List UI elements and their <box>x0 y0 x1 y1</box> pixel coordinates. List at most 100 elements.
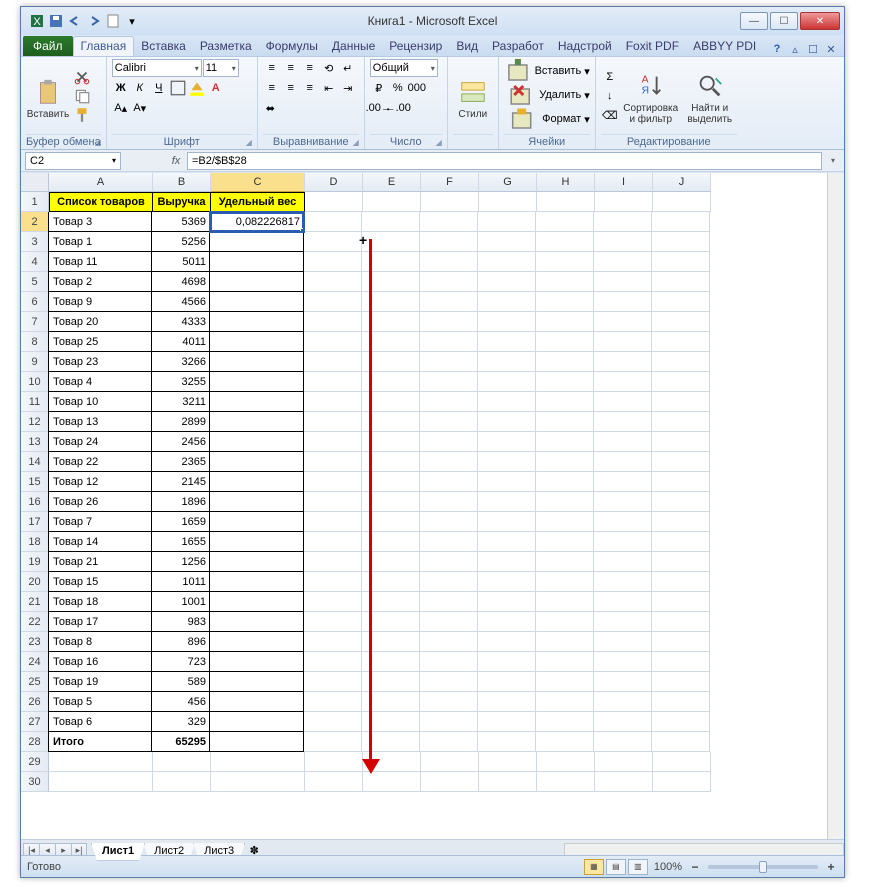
cell-F21[interactable] <box>420 592 478 612</box>
redo-icon[interactable] <box>86 13 102 29</box>
cell-I17[interactable] <box>594 512 652 532</box>
cell-B8[interactable]: 4011 <box>152 332 210 352</box>
cell-J9[interactable] <box>652 352 710 372</box>
vertical-scrollbar[interactable] <box>827 173 844 839</box>
cell-C24[interactable] <box>210 652 304 672</box>
tab-abbyy pdi[interactable]: ABBYY PDI <box>686 36 763 56</box>
orientation-icon[interactable]: ⟲ <box>320 59 338 77</box>
cell-H13[interactable] <box>536 432 594 452</box>
cell-E30[interactable] <box>363 772 421 792</box>
cell-J24[interactable] <box>652 652 710 672</box>
cell-J2[interactable] <box>652 212 710 232</box>
fx-icon[interactable]: fx <box>169 155 183 167</box>
cell-G6[interactable] <box>478 292 536 312</box>
cell-F22[interactable] <box>420 612 478 632</box>
copy-icon[interactable] <box>73 87 91 105</box>
merge-center-icon[interactable]: ⬌ <box>263 99 278 117</box>
cell-C17[interactable] <box>210 512 304 532</box>
tab-надстрой[interactable]: Надстрой <box>551 36 619 56</box>
cell-A2[interactable]: Товар 3 <box>48 212 152 232</box>
cell-B22[interactable]: 983 <box>152 612 210 632</box>
cell-C16[interactable] <box>210 492 304 512</box>
cell-G8[interactable] <box>478 332 536 352</box>
clipboard-dialog-launcher[interactable]: ◢ <box>95 138 101 147</box>
cell-A3[interactable]: Товар 1 <box>48 232 152 252</box>
row-header-20[interactable]: 20 <box>21 572 49 592</box>
cell-C11[interactable] <box>210 392 304 412</box>
currency-icon[interactable]: ₽ <box>370 79 388 97</box>
cell-I25[interactable] <box>594 672 652 692</box>
row-header-13[interactable]: 13 <box>21 432 49 452</box>
cell-G14[interactable] <box>478 452 536 472</box>
save-icon[interactable] <box>48 13 64 29</box>
cell-I24[interactable] <box>594 652 652 672</box>
cell-C14[interactable] <box>210 452 304 472</box>
row-header-6[interactable]: 6 <box>21 292 49 312</box>
row-header-15[interactable]: 15 <box>21 472 49 492</box>
cell-D2[interactable] <box>304 212 362 232</box>
border-icon[interactable] <box>169 79 187 97</box>
cell-B16[interactable]: 1896 <box>152 492 210 512</box>
cell-D14[interactable] <box>304 452 362 472</box>
cell-B11[interactable]: 3211 <box>152 392 210 412</box>
cell-E13[interactable] <box>362 432 420 452</box>
cell-B17[interactable]: 1659 <box>152 512 210 532</box>
cell-E19[interactable] <box>362 552 420 572</box>
underline-icon[interactable]: Ч <box>150 79 168 97</box>
cell-B9[interactable]: 3266 <box>152 352 210 372</box>
cell-J10[interactable] <box>652 372 710 392</box>
font-size-combo[interactable]: 11▾ <box>203 59 239 77</box>
tab-foxit pdf[interactable]: Foxit PDF <box>619 36 686 56</box>
cell-E2[interactable] <box>362 212 420 232</box>
cell-D7[interactable] <box>304 312 362 332</box>
tab-главная[interactable]: Главная <box>73 36 135 56</box>
cell-H10[interactable] <box>536 372 594 392</box>
cell-B24[interactable]: 723 <box>152 652 210 672</box>
cell-B29[interactable] <box>153 752 211 772</box>
cell-J19[interactable] <box>652 552 710 572</box>
cell-I3[interactable] <box>594 232 652 252</box>
insert-cells-button[interactable]: Вставить▾ <box>504 59 590 83</box>
bold-icon[interactable]: Ж <box>112 79 130 97</box>
cell-F24[interactable] <box>420 652 478 672</box>
cell-H21[interactable] <box>536 592 594 612</box>
zoom-in-icon[interactable]: + <box>824 860 838 874</box>
cell-E11[interactable] <box>362 392 420 412</box>
cell-F19[interactable] <box>420 552 478 572</box>
cell-G21[interactable] <box>478 592 536 612</box>
cell-D26[interactable] <box>304 692 362 712</box>
cell-J5[interactable] <box>652 272 710 292</box>
cell-A8[interactable]: Товар 25 <box>48 332 152 352</box>
cell-C21[interactable] <box>210 592 304 612</box>
tab-вид[interactable]: Вид <box>449 36 485 56</box>
cell-I26[interactable] <box>594 692 652 712</box>
cell-I4[interactable] <box>594 252 652 272</box>
cell-G24[interactable] <box>478 652 536 672</box>
row-header-4[interactable]: 4 <box>21 252 49 272</box>
cell-H26[interactable] <box>536 692 594 712</box>
cell-D10[interactable] <box>304 372 362 392</box>
cell-F28[interactable] <box>420 732 478 752</box>
cell-C18[interactable] <box>210 532 304 552</box>
cell-H2[interactable] <box>536 212 594 232</box>
cell-D27[interactable] <box>304 712 362 732</box>
number-dialog-launcher[interactable]: ◢ <box>436 138 442 147</box>
cell-A20[interactable]: Товар 15 <box>48 572 152 592</box>
cell-J17[interactable] <box>652 512 710 532</box>
cell-J23[interactable] <box>652 632 710 652</box>
tab-вставка[interactable]: Вставка <box>134 36 193 56</box>
cell-G23[interactable] <box>478 632 536 652</box>
cell-H27[interactable] <box>536 712 594 732</box>
cell-C4[interactable] <box>210 252 304 272</box>
cell-I22[interactable] <box>594 612 652 632</box>
row-header-16[interactable]: 16 <box>21 492 49 512</box>
cell-F26[interactable] <box>420 692 478 712</box>
cell-G19[interactable] <box>478 552 536 572</box>
row-header-12[interactable]: 12 <box>21 412 49 432</box>
cell-J20[interactable] <box>652 572 710 592</box>
cell-A5[interactable]: Товар 2 <box>48 272 152 292</box>
cell-G20[interactable] <box>478 572 536 592</box>
cell-I7[interactable] <box>594 312 652 332</box>
cell-C9[interactable] <box>210 352 304 372</box>
cell-H22[interactable] <box>536 612 594 632</box>
